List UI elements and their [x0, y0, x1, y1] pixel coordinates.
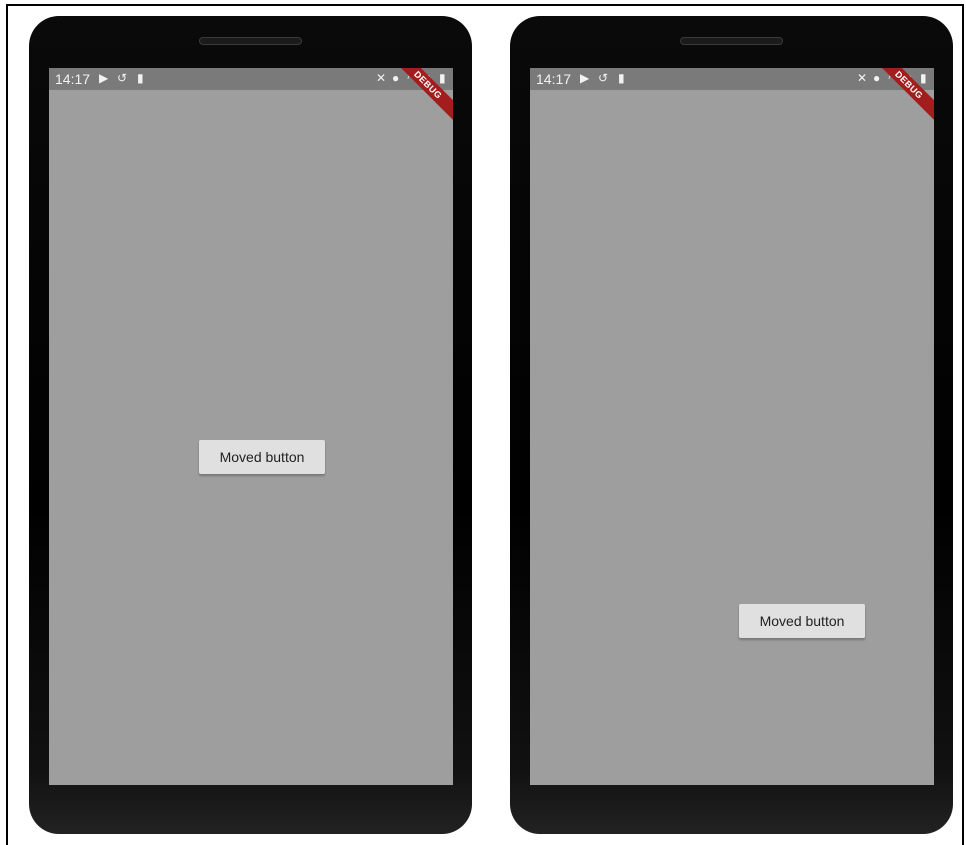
location-icon: ●: [873, 71, 881, 85]
mute-icon: ✕: [857, 71, 868, 85]
phone-device-right: 14:17 ▶ ↺ ▮ ✕ ● ◠ ▲ ▮ DEBUG Moved button: [510, 16, 953, 834]
moved-button[interactable]: Moved button: [739, 604, 865, 638]
sd-card-icon: ▮: [618, 71, 625, 85]
location-icon: ●: [392, 71, 400, 85]
battery-icon: ▮: [920, 71, 927, 85]
status-bar: 14:17 ▶ ↺ ▮ ✕ ● ◠ ▲ ▮: [49, 68, 453, 90]
speaker-grille: [199, 37, 302, 45]
status-time: 14:17: [536, 71, 572, 87]
app-screen: 14:17 ▶ ↺ ▮ ✕ ● ◠ ▲ ▮ DEBUG Moved button: [49, 68, 453, 785]
app-screen: 14:17 ▶ ↺ ▮ ✕ ● ◠ ▲ ▮ DEBUG Moved button: [530, 68, 934, 785]
sd-card-icon: ▮: [137, 71, 144, 85]
phone-device-left: 14:17 ▶ ↺ ▮ ✕ ● ◠ ▲ ▮ DEBUG Moved button: [29, 16, 472, 834]
speaker-grille: [680, 37, 783, 45]
mute-icon: ✕: [376, 71, 387, 85]
play-store-icon: ▶: [99, 71, 109, 85]
battery-icon: ▮: [439, 71, 446, 85]
status-time: 14:17: [55, 71, 91, 87]
no-sync-icon: ↺: [117, 71, 128, 85]
status-bar: 14:17 ▶ ↺ ▮ ✕ ● ◠ ▲ ▮: [530, 68, 934, 90]
moved-button[interactable]: Moved button: [199, 440, 325, 474]
no-sync-icon: ↺: [598, 71, 609, 85]
play-store-icon: ▶: [580, 71, 590, 85]
